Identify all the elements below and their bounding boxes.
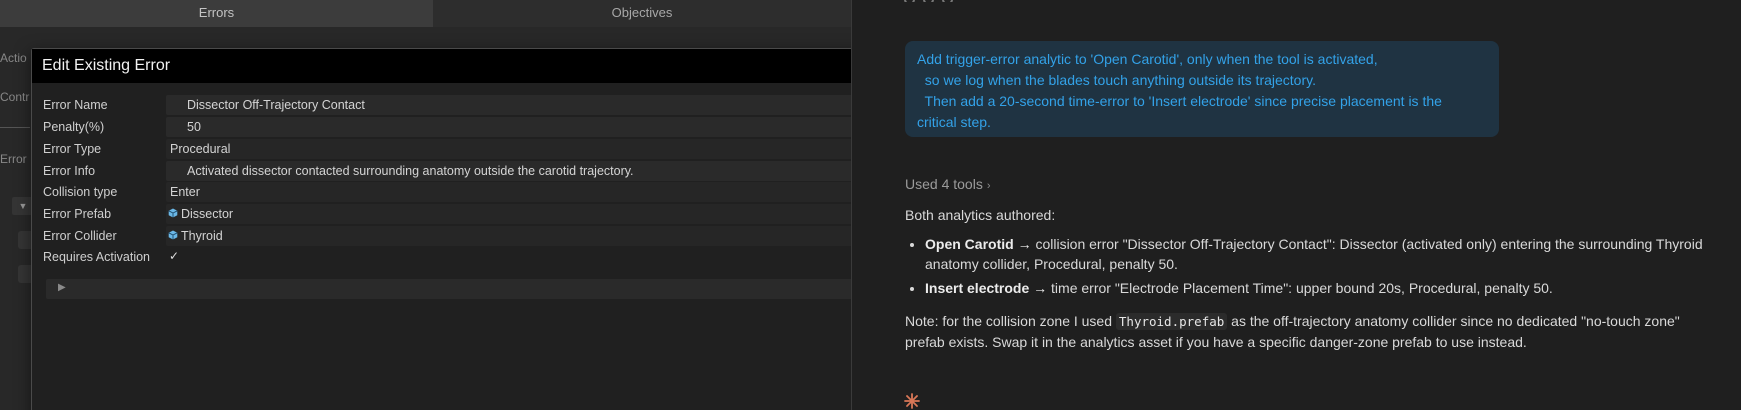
error-info-value: Activated dissector contacted surroundin… <box>187 164 634 178</box>
prefab-cube-icon <box>168 208 178 218</box>
prefab-cube-icon <box>168 230 178 240</box>
summary-list: Open Carotid → collision error "Dissecto… <box>905 234 1705 302</box>
background-label-controls: Contr <box>0 90 30 104</box>
foldout-row[interactable]: ▶ <box>46 279 851 299</box>
chevron-right-icon: › <box>986 180 991 192</box>
list-item: Open Carotid → collision error "Dissecto… <box>925 234 1705 274</box>
collision-type-label: Collision type <box>43 185 118 199</box>
error-name-value: Dissector Off-Trajectory Contact <box>187 98 365 112</box>
error-type-label: Error Type <box>43 142 102 156</box>
error-prefab-value: Dissector <box>181 207 234 221</box>
arrow-icon: → <box>1033 280 1048 296</box>
error-prefab-row: Error Prefab Dissector <box>32 204 851 224</box>
editor-pane: Errors Objectives Actio Contr Error ▼ Ed… <box>0 0 851 410</box>
inline-code: Thyroid.prefab <box>1115 313 1228 330</box>
arrow-icon: → <box>1017 236 1032 252</box>
error-name-row: Error Name Dissector Off-Trajectory Cont… <box>32 95 851 115</box>
background-divider <box>0 127 30 128</box>
penalty-input[interactable]: 50 <box>166 117 851 137</box>
penalty-label: Penalty(%) <box>43 120 105 134</box>
penalty-value: 50 <box>187 120 201 134</box>
error-collider-value: Thyroid <box>181 229 223 243</box>
error-collider-label: Error Collider <box>43 229 117 243</box>
cut-off-header-icons <box>904 0 1024 2</box>
requires-activation-label: Requires Activation <box>43 250 151 264</box>
requires-activation-checkbox[interactable]: ✓ <box>166 248 182 264</box>
tab-errors[interactable]: Errors <box>0 0 433 27</box>
user-message-bubble: Add trigger-error analytic to 'Open Caro… <box>905 41 1499 137</box>
bullet-bold: Insert electrode <box>925 280 1030 296</box>
tab-objectives[interactable]: Objectives <box>433 0 851 27</box>
error-name-label: Error Name <box>43 98 108 112</box>
collision-type-dropdown[interactable]: Enter <box>166 182 851 202</box>
foldout-arrow-icon[interactable]: ▶ <box>58 282 66 293</box>
penalty-row: Penalty(%) 50 <box>32 117 851 137</box>
used-tools-label: Used 4 tools <box>905 176 983 192</box>
list-item: Insert electrode → time error "Electrode… <box>925 278 1705 298</box>
error-prefab-label: Error Prefab <box>43 207 112 221</box>
bullet-text: collision error "Dissector Off-Trajector… <box>925 236 1703 272</box>
spark-icon <box>904 393 920 409</box>
used-tools-toggle[interactable]: Used 4 tools › <box>905 176 991 192</box>
error-type-dropdown[interactable]: Procedural <box>166 139 851 159</box>
error-collider-field[interactable]: Thyroid <box>166 226 851 246</box>
background-label-errors: Error <box>0 152 27 166</box>
bullet-text: time error "Electrode Placement Time": u… <box>1047 280 1553 296</box>
error-type-value: Procedural <box>170 142 231 156</box>
background-label-actions: Actio <box>0 51 27 65</box>
error-type-row: Error Type Procedural <box>32 139 851 159</box>
collision-type-value: Enter <box>170 185 200 199</box>
error-name-input[interactable]: Dissector Off-Trajectory Contact <box>166 95 851 115</box>
edit-error-dialog: Edit Existing Error Error Name Dissector… <box>31 48 851 410</box>
dialog-title: Edit Existing Error <box>32 49 851 83</box>
error-collider-row: Error Collider Thyroid <box>32 226 851 246</box>
editor-tabs: Errors Objectives <box>0 0 851 27</box>
requires-activation-row: Requires Activation ✓ <box>32 247 851 267</box>
error-info-label: Error Info <box>43 164 96 178</box>
summary-heading: Both analytics authored: <box>905 207 1056 223</box>
chat-pane: Add trigger-error analytic to 'Open Caro… <box>852 0 1741 410</box>
bullet-bold: Open Carotid <box>925 236 1014 252</box>
note-text: Note: for the collision zone I used <box>905 313 1116 329</box>
note-paragraph: Note: for the collision zone I used Thyr… <box>905 311 1705 352</box>
collision-type-row: Collision type Enter <box>32 182 851 202</box>
error-info-input[interactable]: Activated dissector contacted surroundin… <box>166 161 851 181</box>
error-info-row: Error Info Activated dissector contacted… <box>32 161 851 181</box>
error-prefab-field[interactable]: Dissector <box>166 204 851 224</box>
